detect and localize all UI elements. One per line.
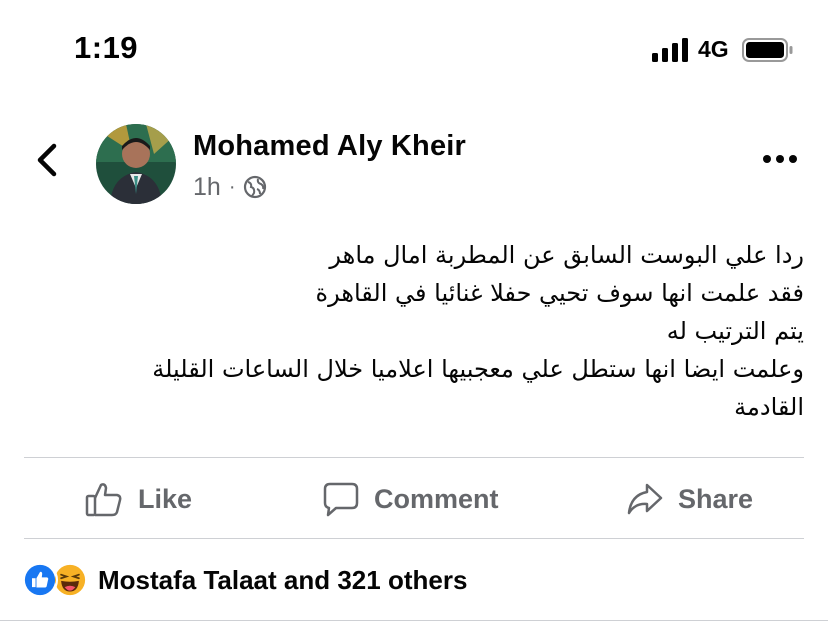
reactions-text[interactable]: Mostafa Talaat and 321 others	[98, 565, 467, 596]
comment-bubble-icon	[323, 482, 359, 517]
meta-separator: ·	[228, 175, 236, 198]
more-options-icon[interactable]	[760, 152, 800, 166]
comment-button[interactable]: Comment	[322, 460, 499, 538]
post-header: Mohamed Aly Kheir 1h ·	[0, 110, 828, 210]
like-button[interactable]: Like	[84, 460, 192, 538]
status-bar: 1:19 4G	[0, 0, 828, 100]
thumbs-up-icon	[85, 483, 122, 517]
post-line: وعلمت ايضا انها ستطل علي معجبيها اعلاميا…	[152, 355, 804, 383]
post-meta: 1h ·	[193, 172, 267, 202]
like-label: Like	[138, 483, 193, 514]
reactions-summary[interactable]: Mostafa Talaat and 321 others	[22, 560, 467, 600]
share-arrow-icon	[627, 483, 663, 515]
network-type: 4G	[698, 36, 729, 62]
post-line: القادمة	[734, 393, 804, 421]
signal-bars-icon	[652, 38, 688, 62]
author-avatar[interactable]	[96, 124, 176, 204]
divider-top	[24, 457, 804, 458]
avatar-image	[96, 124, 176, 204]
share-button[interactable]: Share	[626, 460, 753, 538]
back-chevron-icon[interactable]	[30, 140, 64, 180]
post-line: يتم الترتيب له	[666, 317, 804, 345]
like-reaction-icon	[22, 562, 58, 598]
status-time: 1:19	[74, 30, 139, 65]
share-label: Share	[678, 483, 754, 514]
post-actions: Like Comment Share	[24, 460, 804, 538]
divider-bottom	[24, 538, 804, 539]
globe-icon	[244, 175, 267, 199]
post-text: ردا علي البوست السابق عن المطربة امال ما…	[24, 236, 804, 426]
battery-icon	[742, 38, 793, 62]
author-name[interactable]: Mohamed Aly Kheir	[193, 130, 466, 163]
comment-label: Comment	[374, 483, 499, 514]
post-time[interactable]: 1h	[193, 173, 221, 202]
post-line: فقد علمت انها سوف تحيي حفلا غنائيا في ال…	[315, 279, 805, 307]
post-line: ردا علي البوست السابق عن المطربة امال ما…	[329, 241, 804, 269]
bottom-divider	[0, 620, 828, 621]
